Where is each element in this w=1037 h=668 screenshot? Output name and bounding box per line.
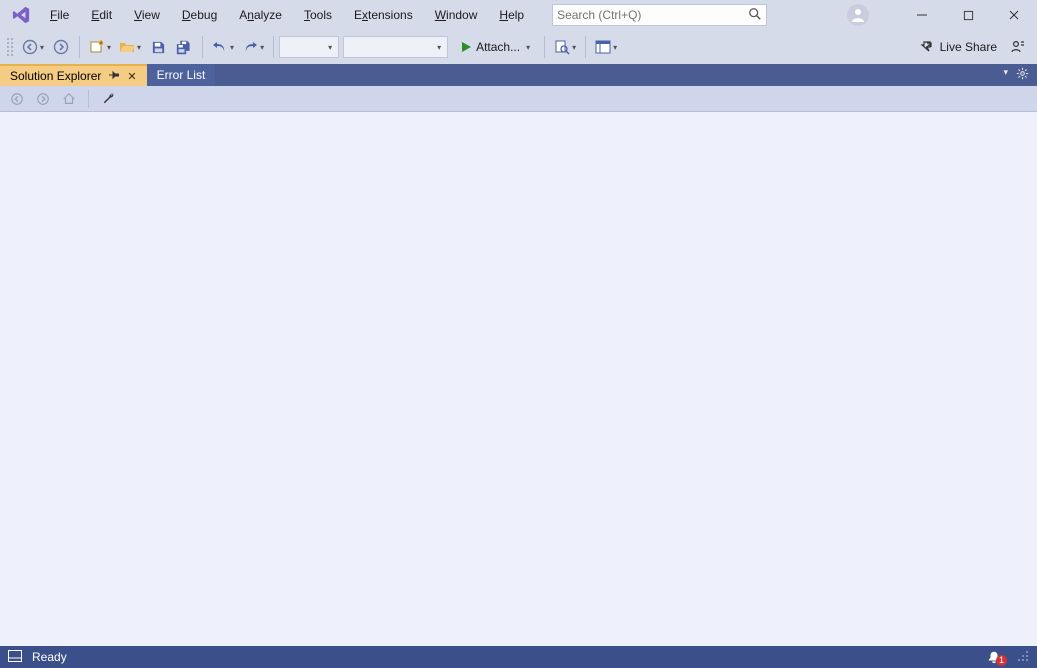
play-icon	[460, 41, 472, 53]
attach-debugger-button[interactable]: Attach... ▾	[454, 35, 538, 59]
toolbar-separator	[79, 36, 80, 58]
window-close-button[interactable]	[991, 0, 1037, 30]
editor-workspace	[0, 112, 1037, 646]
chevron-down-icon: ▾	[435, 43, 443, 52]
chevron-down-icon[interactable]: ▾	[135, 43, 143, 52]
window-minimize-button[interactable]	[899, 0, 945, 30]
tab-label: Solution Explorer	[10, 69, 101, 83]
menu-edit[interactable]: EditEdit	[81, 4, 122, 26]
explorer-properties-button[interactable]	[97, 88, 119, 110]
gear-icon[interactable]	[1016, 67, 1029, 83]
toolbar-separator	[202, 36, 203, 58]
menu-view[interactable]: ViewView	[124, 4, 170, 26]
tab-label: Error List	[157, 68, 206, 82]
title-bar: FFileile EditEdit ViewView DebugDebug An…	[0, 0, 1037, 30]
menu-extensions[interactable]: ExtensionsExtensions	[344, 4, 423, 26]
main-menu: FFileile EditEdit ViewView DebugDebug An…	[40, 4, 534, 26]
notification-count-badge: 1	[996, 655, 1007, 666]
menu-window[interactable]: WindowWindow	[425, 4, 488, 26]
nav-forward-button[interactable]	[49, 35, 73, 59]
new-project-button[interactable]: ▾	[86, 35, 114, 59]
resize-grip-icon[interactable]	[1017, 650, 1029, 665]
document-tab-strip: Solution Explorer ✕ Error List ▾	[0, 64, 1037, 86]
output-pane-icon[interactable]	[8, 650, 22, 665]
attach-label: Attach...	[476, 40, 520, 54]
find-in-files-button[interactable]: ▾	[551, 35, 579, 59]
live-share-button[interactable]: Live Share	[918, 40, 997, 54]
menu-tools[interactable]: ToolsTools	[294, 4, 342, 26]
menu-file[interactable]: FFileile	[40, 4, 79, 26]
close-icon[interactable]: ✕	[127, 70, 136, 83]
chevron-down-icon[interactable]: ▾	[258, 43, 266, 52]
chevron-down-icon: ▾	[326, 43, 334, 52]
redo-button[interactable]: ▾	[239, 35, 267, 59]
menu-analyze[interactable]: AnalyzeAnalyze	[229, 4, 292, 26]
chevron-down-icon[interactable]: ▾	[105, 43, 113, 52]
notifications-button[interactable]: 1	[987, 650, 1001, 664]
menu-debug[interactable]: DebugDebug	[172, 4, 227, 26]
toolbar-separator	[273, 36, 274, 58]
search-input[interactable]	[557, 8, 748, 22]
chevron-down-icon[interactable]: ▾	[570, 43, 578, 52]
chevron-down-icon[interactable]: ▾	[38, 43, 46, 52]
explorer-forward-button[interactable]	[32, 88, 54, 110]
search-icon[interactable]	[748, 7, 762, 24]
toolbar-separator	[585, 36, 586, 58]
undo-button[interactable]: ▾	[209, 35, 237, 59]
live-share-label: Live Share	[940, 40, 997, 54]
layout-button[interactable]: ▾	[592, 35, 620, 59]
tab-solution-explorer[interactable]: Solution Explorer ✕	[0, 64, 147, 86]
toolbar-grip-icon[interactable]	[6, 37, 14, 57]
pin-icon[interactable]	[109, 69, 119, 83]
status-bar: Ready 1	[0, 646, 1037, 668]
main-toolbar: ▾ ▾ ▾ ▾ ▾ ▾ ▾ Attach... ▾ ▾	[0, 30, 1037, 64]
chevron-down-icon[interactable]: ▾	[524, 43, 532, 52]
open-file-button[interactable]: ▾	[116, 35, 144, 59]
explorer-home-button[interactable]	[58, 88, 80, 110]
solution-explorer-toolbar	[0, 86, 1037, 112]
explorer-back-button[interactable]	[6, 88, 28, 110]
save-button[interactable]	[146, 35, 170, 59]
solution-config-combo[interactable]: ▾	[279, 36, 339, 58]
tab-overflow-icon[interactable]: ▾	[1003, 67, 1008, 83]
toolbar-separator	[544, 36, 545, 58]
chevron-down-icon[interactable]: ▾	[228, 43, 236, 52]
user-avatar-icon[interactable]	[847, 4, 869, 26]
share-icon	[918, 40, 934, 54]
status-text: Ready	[32, 650, 67, 664]
feedback-button[interactable]	[1006, 35, 1030, 59]
save-all-button[interactable]	[172, 35, 196, 59]
chevron-down-icon[interactable]: ▾	[611, 43, 619, 52]
solution-platform-combo[interactable]: ▾	[343, 36, 448, 58]
toolbar-separator	[88, 90, 89, 108]
nav-back-button[interactable]: ▾	[19, 35, 47, 59]
tab-error-list[interactable]: Error List	[147, 64, 216, 86]
vs-logo-icon	[6, 5, 36, 25]
window-maximize-button[interactable]	[945, 0, 991, 30]
search-box[interactable]	[552, 4, 767, 26]
menu-help[interactable]: HelpHelp	[489, 4, 534, 26]
